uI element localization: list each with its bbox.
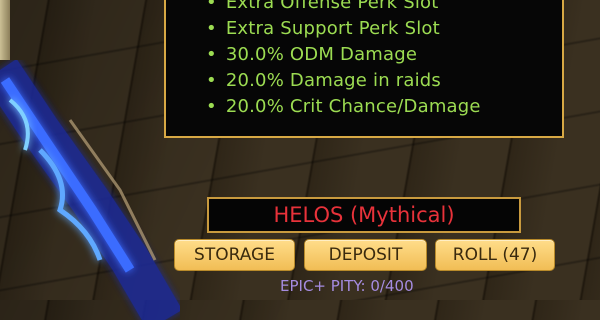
perk-item: • Extra Offense Perk Slot [206,0,481,16]
perk-label: 20.0% Damage in raids [225,70,441,91]
perk-label: 20.0% Crit Chance/Damage [225,96,481,117]
perk-label: Extra Offense Perk Slot [225,0,439,13]
perk-label: Extra Support Perk Slot [225,18,440,39]
perk-bullet: • [206,70,217,91]
roll-button[interactable]: ROLL (47) [435,239,555,271]
item-name-banner: HELOS (Mythical) [207,197,521,233]
perk-bullet: • [206,96,217,117]
deposit-button[interactable]: DEPOSIT [304,239,427,271]
glowing-blade-decoration [0,60,180,320]
perk-bullet: • [206,18,217,39]
pity-counter: EPIC+ PITY: 0/400 [280,277,414,295]
perk-item: • 30.0% ODM Damage [206,42,481,68]
perk-item: • 20.0% Damage in raids [206,68,481,94]
perk-item: • 20.0% Crit Chance/Damage [206,94,481,120]
pillar-decoration [0,0,10,60]
storage-button[interactable]: STORAGE [174,239,295,271]
perk-label: 30.0% ODM Damage [225,44,418,65]
perk-bullet: • [206,0,217,13]
perk-bullet: • [206,44,217,65]
perk-panel: • Extra Offense Perk Slot • Extra Support … [164,0,564,138]
perk-list: • Extra Offense Perk Slot • Extra Support … [206,0,481,120]
perk-item: • Extra Support Perk Slot [206,16,481,42]
